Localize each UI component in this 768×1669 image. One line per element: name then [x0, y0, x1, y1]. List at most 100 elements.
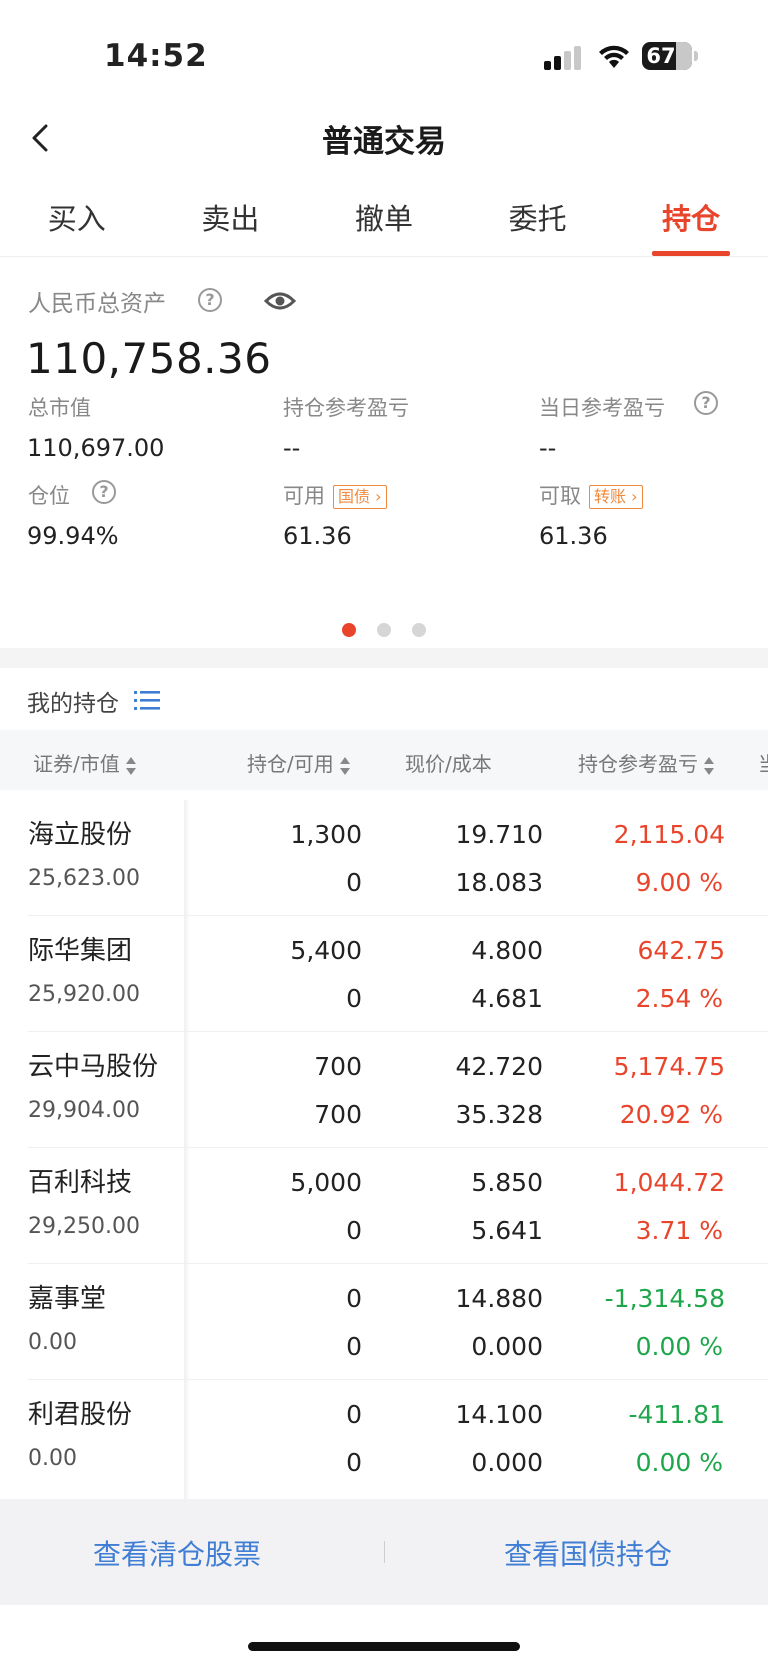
- stock-market-value: 0.00: [28, 1446, 77, 1471]
- sort-icon: [339, 756, 350, 775]
- question-icon[interactable]: ?: [92, 480, 116, 504]
- question-icon[interactable]: ?: [694, 391, 718, 415]
- current-price: 5.850: [471, 1168, 543, 1197]
- eye-icon[interactable]: [264, 290, 296, 312]
- total-assets-value: 110,758.36: [26, 334, 272, 383]
- position-qty: 5,400: [290, 936, 362, 965]
- stock-name: 百利科技: [28, 1168, 133, 1198]
- position-qty: 0: [346, 1284, 362, 1313]
- stock-market-value: 0.00: [28, 1330, 77, 1355]
- cost-price: 0.000: [471, 1448, 543, 1477]
- stock-name: 海立股份: [28, 820, 133, 850]
- view-bond-holdings-button[interactable]: 查看国债持仓: [504, 1533, 672, 1573]
- trade-tabs: 买入 卖出 撤单 委托 持仓: [0, 180, 768, 257]
- current-price: 42.720: [455, 1052, 543, 1081]
- stock-market-value: 25,623.00: [28, 866, 140, 891]
- page-title: 普通交易: [322, 124, 446, 160]
- header-security-sort[interactable]: 证券/市值: [33, 748, 136, 777]
- current-price: 14.880: [455, 1284, 543, 1313]
- status-bar: 14:52 67: [0, 0, 768, 110]
- transfer-tag-button[interactable]: 转账 ›: [589, 485, 643, 509]
- view-cleared-stocks-button[interactable]: 查看清仓股票: [93, 1533, 261, 1573]
- holding-row[interactable]: 海立股份 25,623.00 1,300 0 19.710 18.083 2,1…: [0, 800, 768, 916]
- header-extra: 当: [758, 748, 768, 777]
- pnl-amount: -411.81: [628, 1400, 726, 1429]
- holdings-title: 我的持仓: [27, 691, 119, 717]
- cellular-signal-icon: [544, 46, 584, 70]
- stock-market-value: 29,250.00: [28, 1214, 140, 1239]
- holding-row[interactable]: 嘉事堂 0.00 0 0 14.880 0.000 -1,314.58 0.00…: [0, 1264, 768, 1380]
- available-qty: 0: [346, 868, 362, 897]
- stock-market-value: 25,920.00: [28, 982, 140, 1007]
- holdings-table-header: 证券/市值 持仓/可用 现价/成本 持仓参考盈亏 当: [0, 730, 768, 790]
- pnl-percent: 0.00 %: [635, 1448, 723, 1477]
- tab-orders[interactable]: 委托: [461, 180, 615, 256]
- page-indicator: [0, 622, 768, 641]
- pnl-amount: 642.75: [637, 936, 725, 965]
- pnl-percent: 9.00 %: [635, 868, 723, 897]
- available-qty: 0: [346, 1448, 362, 1477]
- position-qty: 0: [346, 1400, 362, 1429]
- available-qty: 0: [346, 1216, 362, 1245]
- withdrawable-label: 可取 转账 ›: [539, 480, 643, 510]
- market-value: 110,697.00: [27, 434, 165, 462]
- available-qty: 0: [346, 984, 362, 1013]
- current-price: 14.100: [455, 1400, 543, 1429]
- tab-sell[interactable]: 卖出: [154, 180, 308, 256]
- position-pnl-value: --: [283, 434, 301, 462]
- market-value-label: 总市值: [28, 396, 91, 420]
- holding-row[interactable]: 云中马股份 29,904.00 700 700 42.720 35.328 5,…: [0, 1032, 768, 1148]
- holding-row[interactable]: 百利科技 29,250.00 5,000 0 5.850 5.641 1,044…: [0, 1148, 768, 1264]
- question-icon[interactable]: ?: [198, 288, 222, 312]
- header-position-sort[interactable]: 持仓/可用: [247, 748, 350, 777]
- bottom-action-bar: 查看清仓股票 查看国债持仓: [0, 1499, 768, 1605]
- nav-bar: 普通交易: [0, 100, 768, 180]
- pnl-percent: 2.54 %: [635, 984, 723, 1013]
- stock-name: 嘉事堂: [28, 1284, 107, 1314]
- cost-price: 5.641: [471, 1216, 543, 1245]
- available-funds-value: 61.36: [283, 522, 352, 550]
- tab-cancel-order[interactable]: 撤单: [307, 180, 461, 256]
- footer-divider: [384, 1541, 385, 1563]
- tab-holdings[interactable]: 持仓: [614, 180, 768, 256]
- section-divider: [0, 648, 768, 668]
- available-qty: 0: [346, 1332, 362, 1361]
- daily-pnl-value: --: [539, 434, 557, 462]
- page-dot: [412, 623, 427, 637]
- position-qty: 700: [314, 1052, 362, 1081]
- status-time: 14:52: [104, 38, 208, 74]
- pnl-percent: 0.00 %: [635, 1332, 723, 1361]
- daily-pnl-label: 当日参考盈亏: [539, 396, 665, 420]
- pnl-percent: 3.71 %: [635, 1216, 723, 1245]
- stock-name: 利君股份: [28, 1400, 133, 1430]
- stock-name: 云中马股份: [28, 1052, 159, 1082]
- current-price: 4.800: [471, 936, 543, 965]
- page-dot: [341, 623, 356, 637]
- holding-row[interactable]: 利君股份 0.00 0 0 14.100 0.000 -411.81 0.00 …: [0, 1380, 768, 1496]
- total-assets-label: 人民币总资产: [28, 291, 166, 317]
- cost-price: 0.000: [471, 1332, 543, 1361]
- tab-buy[interactable]: 买入: [0, 180, 154, 256]
- list-icon[interactable]: [134, 688, 160, 712]
- bond-tag-button[interactable]: 国债 ›: [333, 485, 387, 509]
- home-indicator[interactable]: [248, 1642, 520, 1651]
- cost-price: 4.681: [471, 984, 543, 1013]
- position-pnl-label: 持仓参考盈亏: [283, 396, 409, 420]
- pnl-amount: -1,314.58: [604, 1284, 725, 1313]
- holding-row[interactable]: 际华集团 25,920.00 5,400 0 4.800 4.681 642.7…: [0, 916, 768, 1032]
- pnl-amount: 1,044.72: [613, 1168, 725, 1197]
- sort-icon: [704, 756, 714, 775]
- position-qty: 1,300: [290, 820, 362, 849]
- available-funds-label: 可用 国债 ›: [283, 480, 387, 510]
- wifi-icon: [599, 45, 629, 68]
- header-price: 现价/成本: [405, 752, 492, 776]
- current-price: 19.710: [455, 820, 543, 849]
- header-pnl-sort[interactable]: 持仓参考盈亏: [578, 748, 714, 777]
- battery-icon: 67: [642, 42, 698, 70]
- sort-icon: [125, 756, 136, 775]
- pnl-percent: 20.92 %: [619, 1100, 723, 1129]
- available-qty: 700: [314, 1100, 362, 1129]
- asset-summary-panel: 人民币总资产 ? 110,758.36 总市值 110,697.00 持仓参考盈…: [0, 258, 768, 648]
- page-dot: [377, 623, 391, 637]
- cost-price: 18.083: [455, 868, 543, 897]
